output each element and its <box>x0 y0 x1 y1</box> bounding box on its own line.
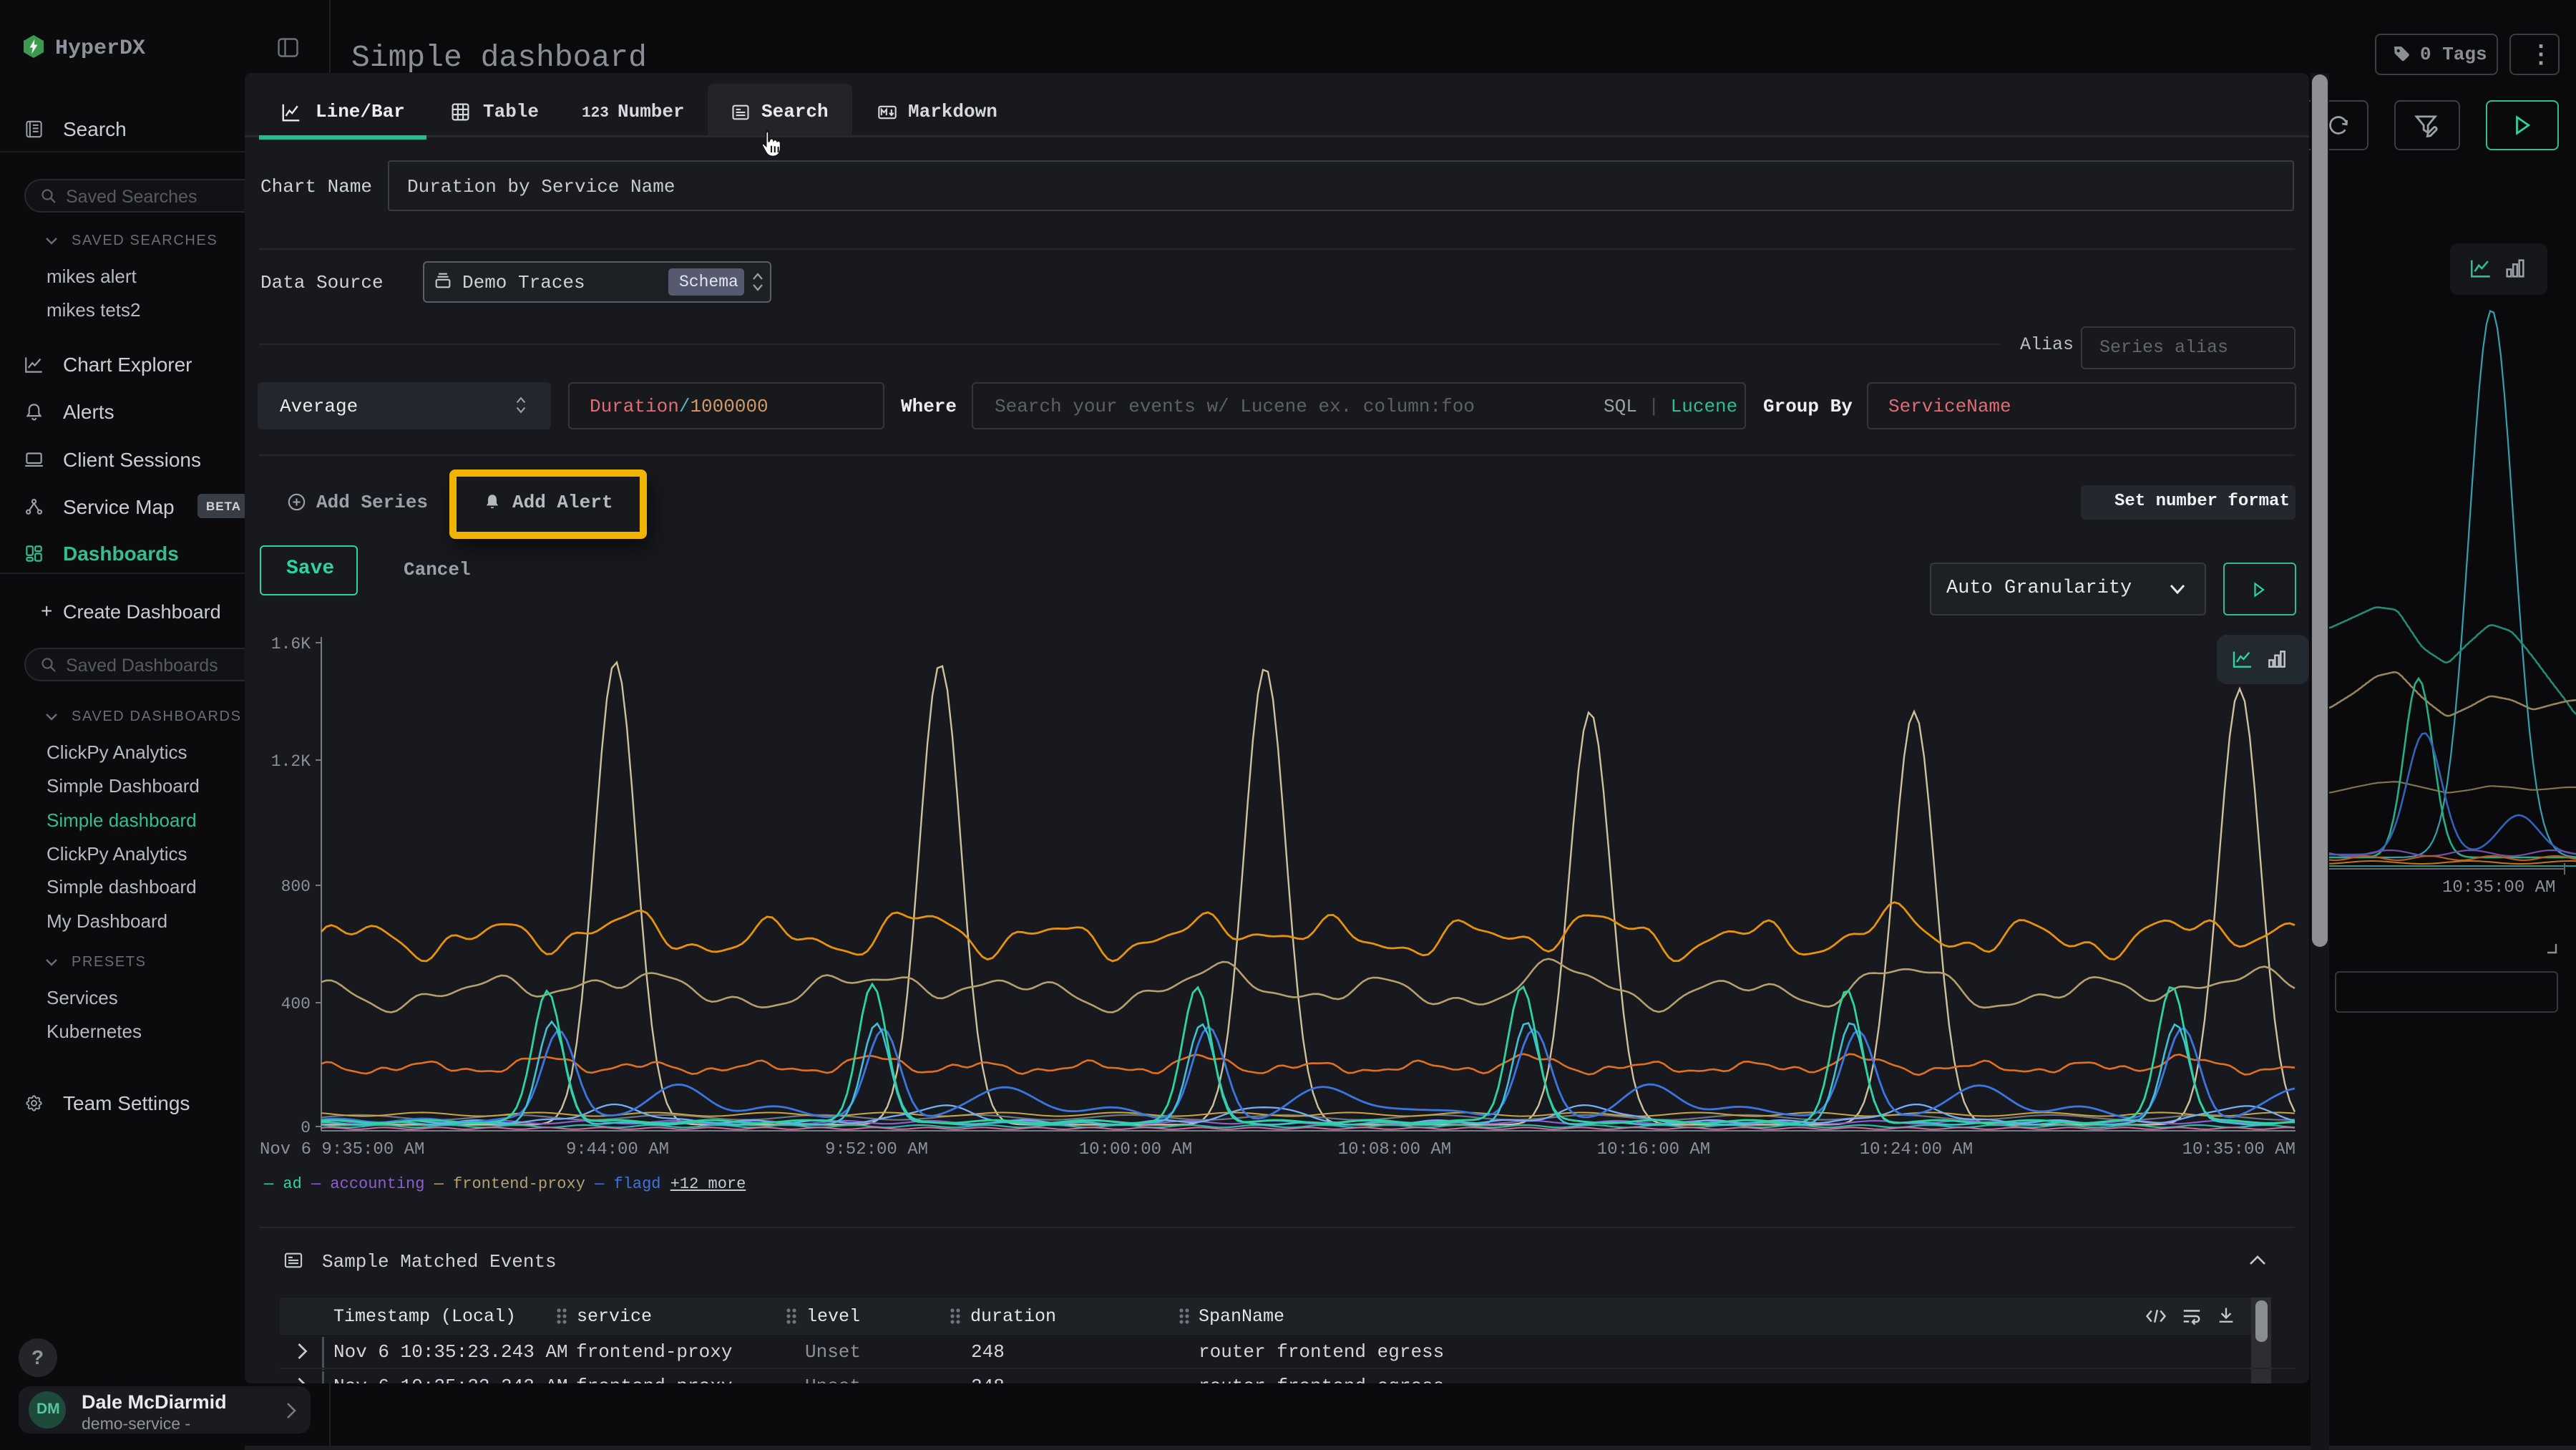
svg-text:0: 0 <box>301 1119 311 1137</box>
svg-text:800: 800 <box>281 877 311 896</box>
svg-text:400: 400 <box>281 995 311 1013</box>
svg-text:10:00:00 AM: 10:00:00 AM <box>1079 1140 1192 1159</box>
svg-text:1.6K: 1.6K <box>271 635 311 653</box>
svg-text:Nov 6 9:35:00 AM: Nov 6 9:35:00 AM <box>260 1140 424 1159</box>
svg-text:9:44:00 AM: 9:44:00 AM <box>566 1140 669 1159</box>
svg-text:1.2K: 1.2K <box>271 752 311 771</box>
svg-text:10:16:00 AM: 10:16:00 AM <box>1597 1140 1710 1159</box>
svg-text:9:52:00 AM: 9:52:00 AM <box>825 1140 928 1159</box>
svg-text:10:35:00 AM: 10:35:00 AM <box>2182 1140 2296 1159</box>
svg-text:10:08:00 AM: 10:08:00 AM <box>1338 1140 1451 1159</box>
svg-text:10:24:00 AM: 10:24:00 AM <box>1860 1140 1973 1159</box>
